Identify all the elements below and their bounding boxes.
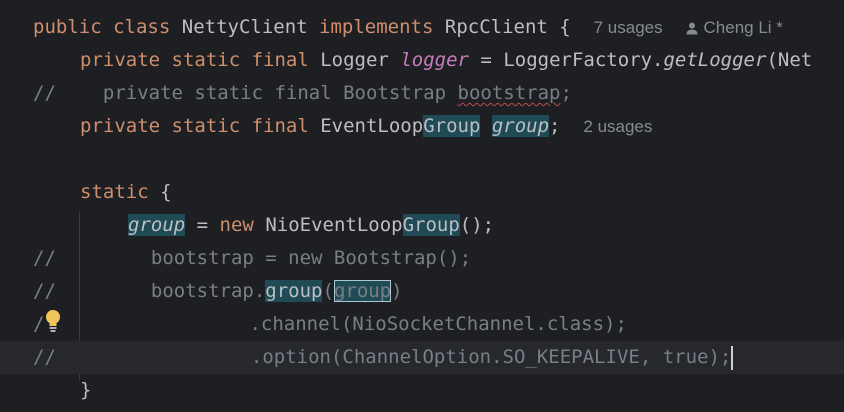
assign-operator: = bbox=[480, 49, 492, 71]
comment-text: .option(ChannelOption.SO_KEEPALIVE, true… bbox=[250, 346, 732, 368]
author-name: Cheng Li * bbox=[703, 18, 783, 37]
open-brace: { bbox=[160, 181, 172, 203]
type-nio-event-loop[interactable]: NioEventLoop bbox=[265, 214, 402, 236]
modifiers: private static final bbox=[80, 49, 309, 71]
comment-text: private static final Bootstrap bbox=[102, 82, 458, 104]
code-line-static-block[interactable]: static { bbox=[0, 176, 844, 209]
type-event-loop[interactable]: EventLoop bbox=[320, 115, 423, 137]
comment-marker: // bbox=[33, 280, 56, 302]
keyword-static: static bbox=[80, 181, 149, 203]
class-name[interactable]: NettyClient bbox=[182, 16, 308, 38]
code-line-group-field[interactable]: private static final EventLoopGroup grou… bbox=[0, 110, 844, 143]
code-line-commented-option[interactable]: // .option(ChannelOption.SO_KEEPALIVE, tr… bbox=[0, 341, 844, 374]
keyword-public: public bbox=[33, 16, 102, 38]
modifiers: private static final bbox=[80, 115, 309, 137]
comment-marker: / bbox=[33, 313, 45, 335]
keyword-class: class bbox=[113, 16, 171, 38]
highlight-group-call[interactable]: group bbox=[265, 280, 323, 302]
keyword-implements: implements bbox=[319, 16, 434, 38]
selected-group-arg[interactable]: group bbox=[333, 280, 392, 302]
open-paren: ( bbox=[322, 280, 334, 302]
assign-operator: = bbox=[185, 214, 220, 236]
close-paren: ) bbox=[391, 280, 403, 302]
text-cursor bbox=[731, 345, 734, 370]
comment-marker: // bbox=[33, 82, 56, 104]
user-icon bbox=[686, 22, 698, 35]
code-line-class-declaration[interactable]: public class NettyClient implements RpcC… bbox=[0, 11, 844, 44]
field-group[interactable]: group bbox=[128, 214, 186, 236]
call-parens: (); bbox=[459, 214, 495, 236]
code-line-group-assign[interactable]: group = new NioEventLoopGroup(); bbox=[0, 209, 844, 242]
keyword-new: new bbox=[219, 214, 254, 236]
code-line-close-brace[interactable]: } bbox=[0, 374, 844, 407]
author-hint[interactable]: Cheng Li * bbox=[686, 18, 783, 37]
semicolon: ; bbox=[549, 115, 561, 137]
interface-name[interactable]: RpcClient { bbox=[445, 16, 571, 38]
code-line-commented-channel[interactable]: / .channel(NioSocketChannel.class); bbox=[0, 308, 844, 341]
logger-factory[interactable]: LoggerFactory. bbox=[503, 49, 663, 71]
comment-text: bootstrap. bbox=[150, 280, 266, 302]
comment-text: bootstrap = new Bootstrap(); bbox=[150, 247, 472, 269]
lightbulb-icon[interactable] bbox=[44, 309, 62, 333]
call-args: (Net bbox=[766, 49, 813, 71]
field-logger[interactable]: logger bbox=[400, 49, 469, 71]
code-line-logger[interactable]: private static final Logger logger = Log… bbox=[0, 44, 844, 77]
usages-hint[interactable]: 2 usages bbox=[583, 117, 652, 136]
highlight-group-type[interactable]: Group bbox=[402, 214, 460, 236]
usages-hint[interactable]: 7 usages bbox=[594, 18, 663, 37]
close-brace: } bbox=[80, 379, 92, 401]
comment-marker: // bbox=[33, 247, 56, 269]
warning-squiggle[interactable]: bootstrap bbox=[458, 82, 561, 104]
code-line-commented-bootstrap[interactable]: // private static final Bootstrap bootstr… bbox=[0, 77, 844, 110]
code-line-commented-group[interactable]: //bootstrap.group(group) bbox=[0, 275, 844, 308]
highlight-group-type[interactable]: Group bbox=[423, 115, 481, 137]
comment-marker: // bbox=[33, 346, 56, 368]
code-line-commented-new-bootstrap[interactable]: // bootstrap = new Bootstrap(); bbox=[0, 242, 844, 275]
comment-text: .channel(NioSocketChannel.class); bbox=[249, 313, 627, 335]
field-group[interactable]: group bbox=[491, 115, 550, 137]
comment-semicolon: ; bbox=[560, 82, 572, 104]
method-get-logger[interactable]: getLogger bbox=[663, 49, 766, 71]
type-logger[interactable]: Logger bbox=[320, 49, 389, 71]
code-editor[interactable]: public class NettyClient implements RpcC… bbox=[0, 0, 844, 412]
